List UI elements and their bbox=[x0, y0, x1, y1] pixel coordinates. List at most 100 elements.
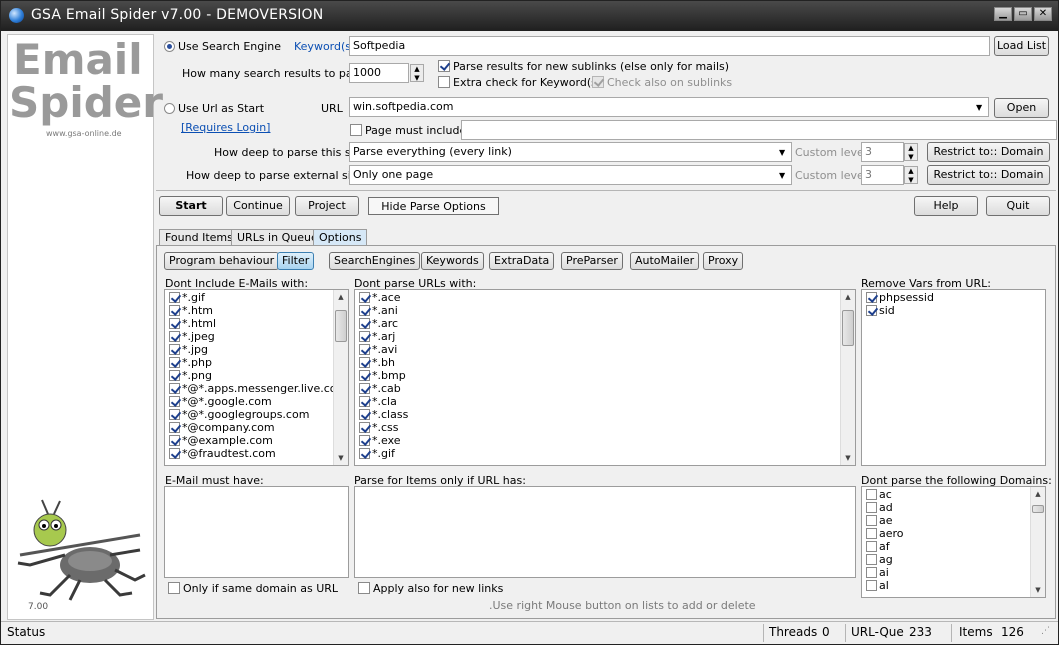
url-dropdown-arrow-icon[interactable]: ▼ bbox=[976, 103, 982, 112]
remove-vars-list[interactable]: phpsessid sid bbox=[861, 289, 1046, 466]
list-item[interactable]: *.arj bbox=[355, 330, 855, 343]
subtab-keywords[interactable]: Keywords bbox=[421, 252, 484, 270]
list-item[interactable]: *.htm bbox=[165, 304, 348, 317]
tab-found-items[interactable]: Found Items bbox=[159, 229, 239, 246]
list-item[interactable]: sid bbox=[862, 304, 1045, 317]
list-item[interactable]: *.arc bbox=[355, 317, 855, 330]
list-item-checkbox[interactable] bbox=[866, 541, 877, 552]
quit-button[interactable]: Quit bbox=[986, 196, 1050, 216]
results-spinner[interactable]: ▲ ▼ bbox=[410, 64, 424, 82]
list-item[interactable]: *@company.com bbox=[165, 421, 348, 434]
open-button[interactable]: Open bbox=[994, 98, 1049, 118]
dont-include-scrollbar[interactable]: ▲ ▼ bbox=[333, 290, 348, 465]
tab-options[interactable]: Options bbox=[313, 229, 368, 246]
list-item-checkbox[interactable] bbox=[169, 435, 180, 446]
dont-parse-scrollbar[interactable]: ▲ ▼ bbox=[840, 290, 855, 465]
list-item[interactable]: *.jpeg bbox=[165, 330, 348, 343]
list-item[interactable]: ag bbox=[862, 553, 1045, 566]
subtab-extradata[interactable]: ExtraData bbox=[489, 252, 555, 270]
dont-parse-domains-list[interactable]: ac ad ae aero af ag ai al ▲ ▼ bbox=[861, 486, 1046, 598]
restrict-domain-button-2[interactable]: Restrict to:: Domain bbox=[927, 165, 1050, 185]
list-item-checkbox[interactable] bbox=[169, 370, 180, 381]
subtab-automailer[interactable]: AutoMailer bbox=[630, 252, 700, 270]
use-url-radio[interactable] bbox=[164, 103, 175, 114]
page-must-include-checkbox[interactable] bbox=[350, 124, 362, 136]
list-item[interactable]: *@example.com bbox=[165, 434, 348, 447]
list-item[interactable]: *.exe bbox=[355, 434, 855, 447]
list-item[interactable]: *.ani bbox=[355, 304, 855, 317]
custom-level-spinner-1[interactable]: ▲ ▼ bbox=[904, 143, 918, 161]
list-item[interactable]: *@*.apps.messenger.live.com bbox=[165, 382, 348, 395]
page-must-include-input[interactable] bbox=[461, 120, 1057, 140]
parse-items-list[interactable] bbox=[354, 486, 856, 578]
url-combobox[interactable]: win.softpedia.com bbox=[349, 97, 989, 117]
list-item-checkbox[interactable] bbox=[169, 344, 180, 355]
list-item-checkbox[interactable] bbox=[169, 292, 180, 303]
load-list-button[interactable]: Load List bbox=[994, 36, 1049, 56]
list-item[interactable]: *.bh bbox=[355, 356, 855, 369]
list-item-checkbox[interactable] bbox=[359, 396, 370, 407]
custom-level-input-1[interactable]: 3 bbox=[861, 142, 904, 162]
list-item[interactable]: *.css bbox=[355, 421, 855, 434]
dont-parse-list[interactable]: *.ace *.ani *.arc *.arj *.avi *.bh *.bmp *.cab *… bbox=[354, 289, 856, 466]
list-item[interactable]: *@*.google.com bbox=[165, 395, 348, 408]
list-item-checkbox[interactable] bbox=[866, 554, 877, 565]
list-item-checkbox[interactable] bbox=[169, 422, 180, 433]
list-item-checkbox[interactable] bbox=[866, 502, 877, 513]
deep-site-select[interactable]: Parse everything (every link) bbox=[349, 142, 792, 162]
list-item-checkbox[interactable] bbox=[169, 318, 180, 329]
list-item[interactable]: af bbox=[862, 540, 1045, 553]
list-item-checkbox[interactable] bbox=[866, 305, 877, 316]
scroll-up-icon[interactable]: ▲ bbox=[334, 290, 348, 304]
custom-level-spinner-2[interactable]: ▲ ▼ bbox=[904, 166, 918, 184]
list-item-checkbox[interactable] bbox=[359, 435, 370, 446]
scroll-down-icon[interactable]: ▼ bbox=[1031, 583, 1045, 597]
scroll-down-icon[interactable]: ▼ bbox=[841, 451, 855, 465]
minimize-button[interactable]: ▁ bbox=[994, 7, 1012, 21]
scroll-up-icon[interactable]: ▲ bbox=[1031, 487, 1045, 501]
parse-sublinks-checkbox[interactable] bbox=[438, 60, 450, 72]
list-item[interactable]: *.gif bbox=[355, 447, 855, 460]
tab-urls-in-queue[interactable]: URLs in Queue bbox=[231, 229, 324, 246]
extra-check-checkbox[interactable] bbox=[438, 76, 450, 88]
deep-ext-dropdown-icon[interactable]: ▼ bbox=[779, 171, 785, 180]
domains-scrollbar[interactable]: ▲ ▼ bbox=[1030, 487, 1045, 597]
subtab-filter[interactable]: Filter bbox=[277, 252, 315, 270]
list-item[interactable]: phpsessid bbox=[862, 291, 1045, 304]
list-item[interactable]: *.ace bbox=[355, 291, 855, 304]
list-item-checkbox[interactable] bbox=[359, 357, 370, 368]
list-item-checkbox[interactable] bbox=[169, 409, 180, 420]
list-item-checkbox[interactable] bbox=[359, 318, 370, 329]
apply-new-links-option[interactable]: Apply also for new links bbox=[358, 582, 503, 595]
deep-ext-select[interactable]: Only one page bbox=[349, 165, 792, 185]
list-item-checkbox[interactable] bbox=[359, 448, 370, 459]
list-item-checkbox[interactable] bbox=[169, 396, 180, 407]
deep-site-dropdown-icon[interactable]: ▼ bbox=[779, 148, 785, 157]
continue-button[interactable]: Continue bbox=[226, 196, 290, 216]
list-item[interactable]: *.cab bbox=[355, 382, 855, 395]
subtab-program-behaviour[interactable]: Program behaviour bbox=[164, 252, 280, 270]
restrict-domain-button-1[interactable]: Restrict to:: Domain bbox=[927, 142, 1050, 162]
email-must-have-list[interactable] bbox=[164, 486, 349, 578]
list-item-checkbox[interactable] bbox=[359, 292, 370, 303]
list-item-checkbox[interactable] bbox=[169, 305, 180, 316]
list-item[interactable]: ac bbox=[862, 488, 1045, 501]
list-item[interactable]: *.png bbox=[165, 369, 348, 382]
list-item-checkbox[interactable] bbox=[169, 331, 180, 342]
list-item-checkbox[interactable] bbox=[359, 422, 370, 433]
list-item-checkbox[interactable] bbox=[359, 305, 370, 316]
results-input[interactable]: 1000 bbox=[349, 63, 409, 83]
use-search-engine-option[interactable]: Use Search Engine bbox=[164, 40, 281, 53]
resize-grip-icon[interactable]: ⋰ bbox=[1041, 626, 1050, 636]
list-item-checkbox[interactable] bbox=[866, 515, 877, 526]
list-item[interactable]: ae bbox=[862, 514, 1045, 527]
list-item-checkbox[interactable] bbox=[359, 383, 370, 394]
list-item[interactable]: *.bmp bbox=[355, 369, 855, 382]
page-must-include-option[interactable]: Page must include bbox=[350, 124, 466, 137]
list-item[interactable]: *@*.googlegroups.com bbox=[165, 408, 348, 421]
custom-level-input-2[interactable]: 3 bbox=[861, 165, 904, 185]
list-item[interactable]: *.cla bbox=[355, 395, 855, 408]
list-item[interactable]: *.class bbox=[355, 408, 855, 421]
list-item[interactable]: *.avi bbox=[355, 343, 855, 356]
list-item-checkbox[interactable] bbox=[359, 409, 370, 420]
